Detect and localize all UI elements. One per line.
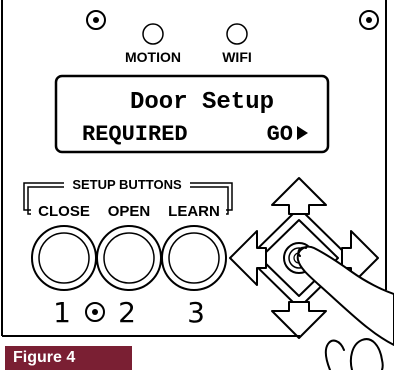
lcd-line-2-left: REQUIRED [82, 122, 188, 147]
arrow-left-icon[interactable] [229, 230, 267, 286]
figure-caption: Figure 4 [5, 346, 132, 370]
screw-icon [85, 302, 105, 322]
arrow-down-icon[interactable] [271, 301, 327, 339]
lcd-line-1: Door Setup [130, 89, 274, 116]
arrow-up-icon[interactable] [271, 177, 327, 215]
control-panel-diagram: MOTION WIFI Door Setup REQUIRED GO SETUP… [1, 0, 394, 370]
screw-icon [86, 10, 106, 30]
lcd-line-2-right: GO [267, 122, 293, 147]
wifi-label: WIFI [222, 49, 252, 65]
motion-label: MOTION [125, 49, 181, 65]
learn-button-label: LEARN [168, 203, 220, 220]
close-button[interactable] [31, 225, 97, 291]
learn-button[interactable] [161, 225, 227, 291]
open-button[interactable] [96, 225, 162, 291]
button-number-3: 3 [187, 296, 205, 329]
close-button-label: CLOSE [38, 203, 90, 220]
setup-buttons-label: SETUP BUTTONS [72, 177, 182, 192]
motion-indicator-light [142, 23, 164, 45]
button-number-2: 2 [118, 296, 136, 329]
button-number-1: 1 [53, 296, 71, 329]
screw-icon [359, 10, 379, 30]
wifi-indicator-light [226, 23, 248, 45]
open-button-label: OPEN [108, 203, 151, 220]
